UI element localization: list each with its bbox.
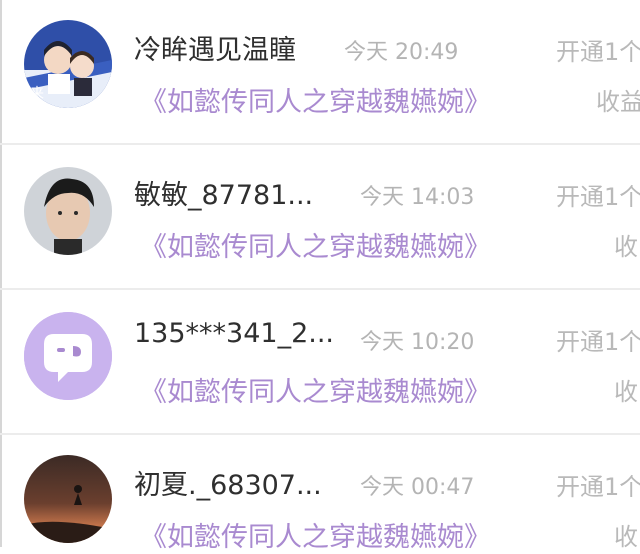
notification-item[interactable]: 135***341_2... 今天 10:20 《如懿传同人之穿越魏嬿婉》 开通… [0,290,640,435]
income-text: 收 [614,233,638,261]
username[interactable]: 冷眸遇见温瞳 [134,28,296,67]
avatar[interactable]: 来 [24,20,112,108]
username[interactable]: 135***341_2... [134,318,334,349]
timestamp: 今天 10:20 [360,330,475,355]
book-title-link[interactable]: 《如懿传同人之穿越魏嬿婉》 [140,225,491,264]
book-title-link[interactable]: 《如懿传同人之穿越魏嬿婉》 [140,80,491,119]
svg-text:来: 来 [30,86,44,102]
username[interactable]: 初夏._68307... [134,463,322,502]
avatar[interactable] [24,167,112,255]
book-title-link[interactable]: 《如懿传同人之穿越魏嬿婉》 [140,515,491,554]
status-text: 开通1个 [556,328,640,356]
anime-avatar-icon: 来 [24,20,112,108]
notification-item[interactable]: 敏敏_87781... 今天 14:03 《如懿传同人之穿越魏嬿婉》 开通1个 … [0,145,640,290]
status-text: 开通1个 [556,38,640,66]
notification-list: 来 冷眸遇见温瞳 今天 20:49 《如懿传同人之穿越魏嬿婉》 开通1个 收益 … [0,0,640,553]
book-title-link[interactable]: 《如懿传同人之穿越魏嬿婉》 [140,370,491,409]
status-text: 开通1个 [556,473,640,501]
photo-avatar-icon [24,167,112,255]
notification-item[interactable]: 来 冷眸遇见温瞳 今天 20:49 《如懿传同人之穿越魏嬿婉》 开通1个 收益 [0,0,640,145]
timestamp: 今天 20:49 [344,40,459,65]
username[interactable]: 敏敏_87781... [134,173,313,212]
avatar[interactable] [24,312,112,400]
timestamp: 今天 00:47 [360,475,475,500]
notification-item[interactable]: 初夏._68307... 今天 00:47 《如懿传同人之穿越魏嬿婉》 开通1个… [0,435,640,553]
timestamp: 今天 14:03 [360,185,475,210]
default-chat-avatar-icon [24,312,112,400]
status-text: 开通1个 [556,183,640,211]
sunset-avatar-icon [24,455,112,543]
income-text: 收益 [596,88,640,116]
income-text: 收 [614,378,638,406]
avatar[interactable] [24,455,112,543]
